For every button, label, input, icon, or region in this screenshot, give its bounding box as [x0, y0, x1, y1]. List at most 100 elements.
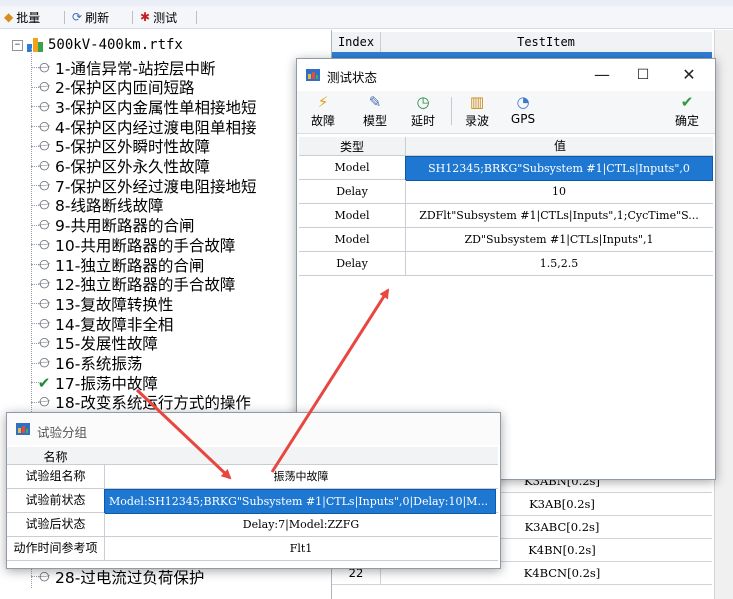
record-wave-button[interactable]: ▥ 录波 — [457, 93, 497, 131]
refresh-button[interactable]: ⟳ 刷新 — [72, 9, 109, 25]
minimize-button[interactable]: — — [587, 65, 617, 85]
tree-connector — [31, 382, 41, 384]
tree-item[interactable]: ∅ 7-保护区外经过渡电阻接地短 — [31, 176, 257, 196]
status-value-cell[interactable]: 10 — [405, 180, 712, 203]
tree-item-label: 18-改变系统运行方式的操作 — [55, 394, 251, 413]
close-button[interactable]: ✕ — [674, 65, 704, 85]
clip-icon: ∅ — [34, 117, 54, 136]
status-type-cell: Delay — [336, 257, 368, 270]
group-value-cell[interactable]: Flt1 — [104, 537, 497, 560]
toolbar-separator — [64, 11, 65, 24]
toolbar-separator — [132, 11, 133, 24]
tree-item-label: 7-保护区外经过渡电阻接地短 — [55, 177, 257, 196]
clip-icon: ∅ — [34, 58, 54, 77]
status-row[interactable]: Delay 1.5,2.5 — [299, 252, 713, 276]
group-row[interactable]: 试验组名称 振荡中故障 — [7, 465, 498, 489]
clip-icon: ∅ — [34, 235, 54, 255]
row-test-item: K4BCN[0.2s] — [523, 566, 601, 580]
tree-item[interactable]: ✔ 17-振荡中故障 — [31, 373, 158, 393]
group-value-cell[interactable]: Model:SH12345;BRKG"Subsystem #1|CTLs|Inp… — [104, 489, 496, 514]
tree-item[interactable]: ∅ 3-保护区内金属性单相接地短 — [31, 97, 257, 117]
confirm-button[interactable]: ✔ 确定 — [667, 93, 707, 131]
group-name-cell: 试验组名称 — [25, 469, 86, 483]
clip-icon: ∅ — [34, 255, 54, 274]
column-header-testitem[interactable]: TestItem — [380, 32, 711, 52]
status-value-cell[interactable]: ZDFlt"Subsystem #1|CTLs|Inputs",1;CycTim… — [405, 204, 712, 227]
window-titlebar[interactable]: 测试状态 — ☐ ✕ — [297, 59, 715, 91]
tree-item-label: 2-保护区内匝间短路 — [55, 79, 195, 98]
test-group-window: 试验分组 名称 试验组名称 振荡中故障试验前状态 Model:SH12345;BRK… — [6, 412, 501, 569]
tree-item[interactable]: ∅ 8-线路断线故障 — [31, 196, 163, 215]
vertical-scrollbar[interactable] — [714, 30, 733, 599]
column-header-name[interactable]: 名称 — [7, 448, 104, 465]
tree-item[interactable]: ∅ 4-保护区内经过渡电阻单相接 — [31, 117, 257, 137]
refresh-label: 刷新 — [85, 10, 110, 25]
main-toolbar: ◆ 批量 ⟳ 刷新 ✱ 测试 — [0, 6, 733, 29]
refresh-icon: ⟳ — [72, 10, 83, 24]
tree-item-label: 10-共用断路器的手合故障 — [55, 236, 236, 255]
group-row[interactable]: 动作时间参考项 Flt1 — [7, 537, 498, 561]
tree-item[interactable]: ∅ 9-共用断路器的合闸 — [31, 216, 194, 235]
group-row[interactable]: 试验后状态 Delay:7|Model:ZZFG — [7, 513, 498, 537]
gps-button[interactable]: ◔ GPS — [503, 93, 543, 131]
checkmark-icon: ✔ — [680, 93, 694, 111]
clip-icon: ∅ — [34, 353, 54, 373]
tree-item[interactable]: ∅ 10-共用断路器的手合故障 — [31, 235, 236, 255]
group-value-cell[interactable]: 振荡中故障 — [104, 465, 497, 488]
fault-button[interactable]: ⚡ 故障 — [303, 93, 343, 131]
status-type-cell: Model — [334, 233, 370, 246]
status-type-cell: Model — [334, 209, 370, 222]
tree-item[interactable]: ∅ 16-系统振荡 — [31, 354, 142, 373]
clip-icon: ∅ — [34, 77, 54, 97]
model-button[interactable]: ✎ 模型 — [355, 93, 395, 131]
tree-item[interactable]: ∅ 28-过电流过负荷保护 — [31, 567, 204, 587]
status-value-cell[interactable]: SH12345;BRKG"Subsystem #1|CTLs|Inputs",0 — [405, 156, 713, 181]
tree-item-label: 11-独立断路器的合闸 — [55, 256, 205, 275]
status-row[interactable]: Model ZD"Subsystem #1|CTLs|Inputs",1 — [299, 228, 713, 252]
group-row[interactable]: 试验前状态 Model:SH12345;BRKG"Subsystem #1|CTL… — [7, 489, 498, 514]
group-value-cell[interactable]: Delay:7|Model:ZZFG — [104, 513, 497, 536]
clip-icon: ∅ — [34, 274, 54, 294]
test-button[interactable]: ✱ 测试 — [140, 9, 177, 25]
tree-item[interactable]: ∅ 18-改变系统运行方式的操作 — [31, 393, 251, 413]
tree-item-label: 17-振荡中故障 — [55, 374, 158, 393]
tree-item[interactable]: ∅ 14-复故障非全相 — [31, 314, 173, 334]
list-header: Index TestItem — [332, 32, 712, 53]
row-test-item: K3AB[0.2s] — [529, 497, 595, 511]
status-value-cell[interactable]: ZD"Subsystem #1|CTLs|Inputs",1 — [405, 228, 712, 251]
delay-button[interactable]: ◷ 延时 — [403, 93, 443, 131]
tree-item[interactable]: ∅ 12-独立断路器的手合故障 — [31, 275, 235, 294]
tree-item[interactable]: ∅ 2-保护区内匝间短路 — [31, 78, 195, 98]
window-app-icon — [306, 69, 320, 81]
group-name-cell: 试验前状态 — [25, 493, 86, 507]
window-titlebar[interactable]: 试验分组 — [7, 413, 500, 445]
maximize-button[interactable]: ☐ — [628, 65, 658, 85]
tree-item[interactable]: ∅ 5-保护区外瞬时性故障 — [31, 137, 210, 156]
tree-item[interactable]: ∅ 11-独立断路器的合闸 — [31, 255, 205, 275]
status-row[interactable]: Model SH12345;BRKG"Subsystem #1|CTLs|Inpu… — [299, 156, 713, 181]
batch-button[interactable]: ◆ 批量 — [4, 9, 40, 25]
tree-item[interactable]: ∅ 6-保护区外永久性故障 — [31, 157, 210, 176]
column-header-index[interactable]: Index — [332, 35, 380, 49]
timer-icon: ◷ — [416, 93, 430, 111]
gps-label: GPS — [510, 112, 536, 126]
column-header-type[interactable]: 类型 — [299, 138, 405, 155]
tree-item[interactable]: ∅ 15-发展性故障 — [31, 334, 158, 354]
tree-root-label: 500kV-400km.rtfx — [48, 37, 183, 53]
column-header-value[interactable]: 值 — [405, 137, 714, 155]
status-row[interactable]: Delay 10 — [299, 180, 713, 204]
status-value-cell[interactable]: 1.5,2.5 — [405, 252, 712, 275]
group-name-cell: 试验后状态 — [25, 517, 86, 531]
status-row[interactable]: Model ZDFlt"Subsystem #1|CTLs|Inputs",1;C… — [299, 204, 713, 228]
tree-root[interactable]: − 500kV-400km.rtfx — [12, 36, 183, 54]
tree-item[interactable]: ∅ 1-通信异常-站控层中断 — [31, 58, 216, 78]
tree-item[interactable]: ∅ 13-复故障转换性 — [31, 294, 173, 314]
tree-item-label: 4-保护区内经过渡电阻单相接 — [55, 118, 257, 137]
status-toolbar: ⚡ 故障 ✎ 模型 ◷ 延时 ▥ 录波 ◔ GPS ✔ 确定 — [297, 91, 715, 134]
collapse-icon[interactable]: − — [12, 39, 23, 51]
clip-icon: ∅ — [34, 393, 54, 412]
tree-item-label: 3-保护区内金属性单相接地短 — [55, 98, 257, 117]
window-app-icon — [16, 423, 30, 438]
tree-item-label: 15-发展性故障 — [55, 335, 158, 354]
waveform-icon: ▥ — [469, 93, 485, 111]
